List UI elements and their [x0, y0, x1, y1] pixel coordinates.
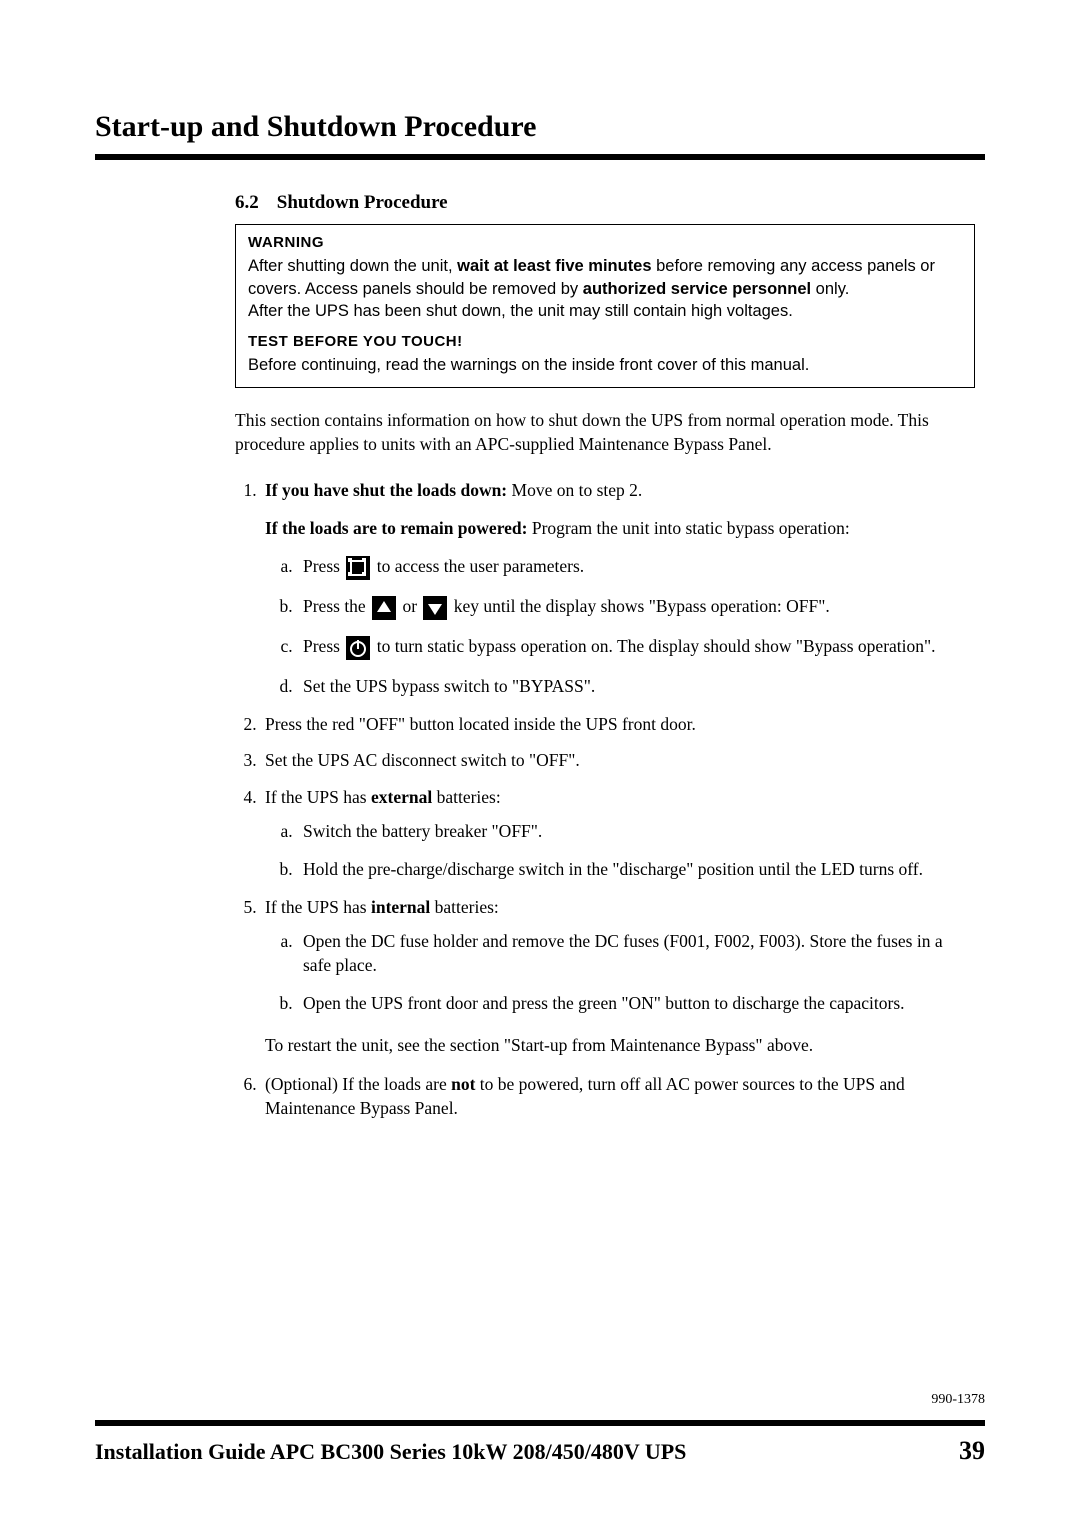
- power-icon: [346, 636, 370, 660]
- step-5b: Open the UPS front door and press the gr…: [297, 991, 975, 1015]
- document-page: Start-up and Shutdown Procedure 6.2 Shutd…: [0, 0, 1080, 1528]
- step-3: Set the UPS AC disconnect switch to "OFF…: [261, 748, 975, 772]
- step-1-substeps: Press to access the user parameters. Pre…: [265, 554, 975, 698]
- title-rule: [95, 154, 985, 160]
- warning-paragraph-2: After the UPS has been shut down, the un…: [248, 300, 962, 322]
- parameters-icon: [346, 556, 370, 580]
- step-5-substeps: Open the DC fuse holder and remove the D…: [265, 929, 975, 1015]
- step-4-substeps: Switch the battery breaker "OFF". Hold t…: [265, 819, 975, 881]
- page-title: Start-up and Shutdown Procedure: [95, 110, 985, 144]
- warning-box: WARNING After shutting down the unit, wa…: [235, 224, 975, 388]
- step-1: If you have shut the loads down: Move on…: [261, 478, 975, 698]
- document-number: 990-1378: [931, 1392, 985, 1408]
- warning-paragraph-1: After shutting down the unit, wait at le…: [248, 255, 962, 300]
- step-1a: Press to access the user parameters.: [297, 554, 975, 580]
- step-4: If the UPS has external batteries: Switc…: [261, 785, 975, 881]
- subsection-title: Shutdown Procedure: [277, 192, 448, 213]
- warning-heading: WARNING: [248, 233, 962, 253]
- subsection-heading: 6.2 Shutdown Procedure: [235, 192, 975, 214]
- content-column: 6.2 Shutdown Procedure WARNING After shut…: [235, 192, 975, 1120]
- page-footer: Installation Guide APC BC300 Series 10kW…: [95, 1420, 985, 1466]
- intro-paragraph: This section contains information on how…: [235, 408, 975, 456]
- step-5-note: To restart the unit, see the section "St…: [265, 1033, 975, 1057]
- step-2: Press the red "OFF" button located insid…: [261, 712, 975, 736]
- footer-page-number: 39: [959, 1436, 985, 1466]
- step-4a: Switch the battery breaker "OFF".: [297, 819, 975, 843]
- test-heading: TEST BEFORE YOU TOUCH!: [248, 332, 962, 352]
- down-arrow-icon: [423, 596, 447, 620]
- footer-rule: [95, 1420, 985, 1426]
- warning-paragraph-3: Before continuing, read the warnings on …: [248, 354, 962, 376]
- up-arrow-icon: [372, 596, 396, 620]
- step-1b: Press the or key until the display shows…: [297, 594, 975, 620]
- subsection-number: 6.2: [235, 192, 259, 213]
- step-4b: Hold the pre-charge/discharge switch in …: [297, 857, 975, 881]
- procedure-list: If you have shut the loads down: Move on…: [235, 478, 975, 1120]
- step-6: (Optional) If the loads are not to be po…: [261, 1072, 975, 1120]
- step-5a: Open the DC fuse holder and remove the D…: [297, 929, 975, 977]
- step-1d: Set the UPS bypass switch to "BYPASS".: [297, 674, 975, 698]
- step-1c: Press to turn static bypass operation on…: [297, 634, 975, 660]
- footer-title: Installation Guide APC BC300 Series 10kW…: [95, 1439, 686, 1465]
- step-5: If the UPS has internal batteries: Open …: [261, 895, 975, 1058]
